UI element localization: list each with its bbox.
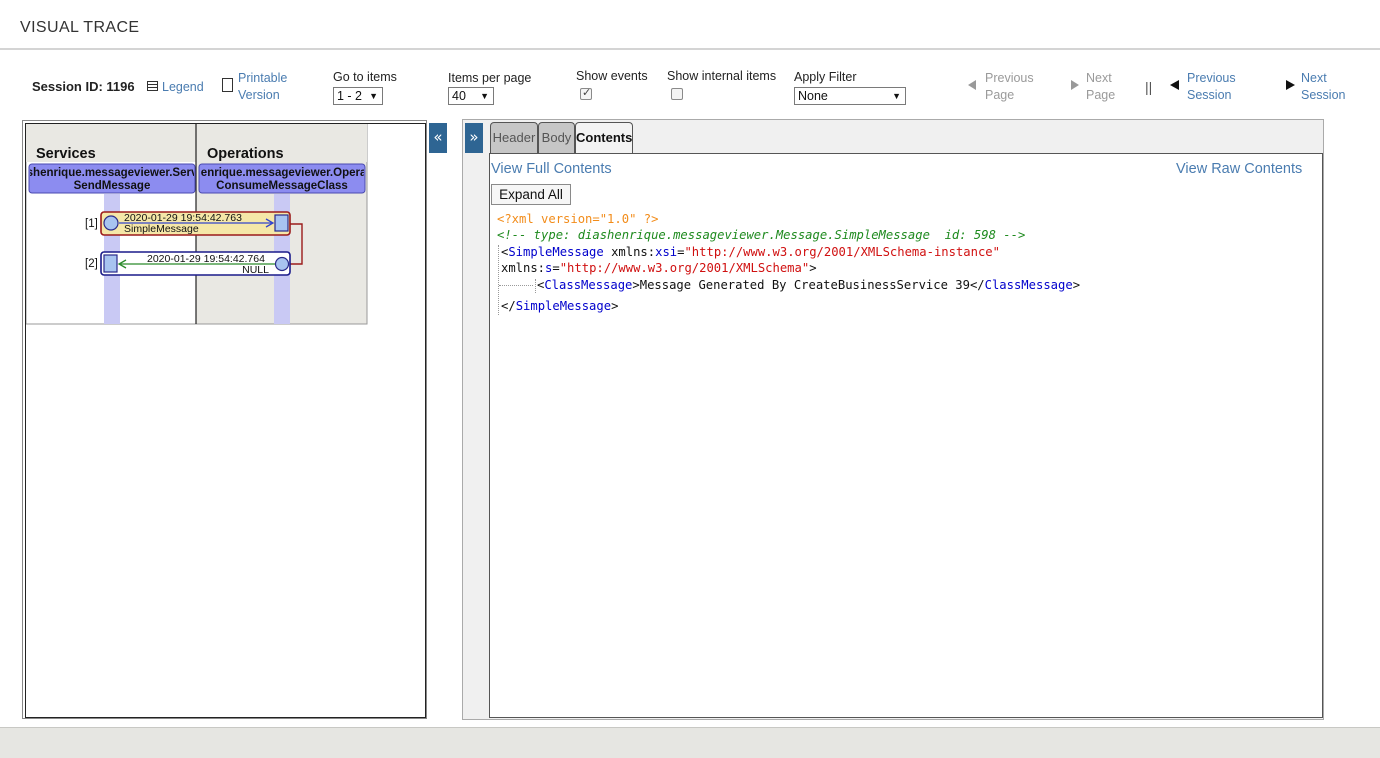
tab-contents[interactable]: Contents xyxy=(575,122,633,154)
xml-attr1-value: "http://www.w3.org/2001/XMLSchema-instan… xyxy=(684,245,1000,259)
dropdown-arrow-icon: ▼ xyxy=(369,91,378,101)
xml-child-line: <ClassMessage>Message Generated By Creat… xyxy=(537,278,1081,292)
previous-page-line1: Previous xyxy=(985,71,1034,85)
xml-root-close-line: </SimpleMessage> xyxy=(501,299,619,313)
message-index: [2] xyxy=(85,258,98,270)
triangle-right-icon xyxy=(1071,80,1079,90)
page-header: VISUAL TRACE xyxy=(0,0,1380,50)
printable-line2: Version xyxy=(238,88,280,102)
triangle-left-icon xyxy=(968,80,976,90)
legend-label: Legend xyxy=(162,80,204,94)
page-title: VISUAL TRACE xyxy=(20,19,140,36)
previous-page-line2: Page xyxy=(985,88,1015,102)
collapse-left-button[interactable]: « xyxy=(429,123,447,153)
message-label: SimpleMessage xyxy=(124,223,199,235)
diagram-panel: Services Operations ishenrique.messagevi… xyxy=(22,120,427,719)
triangle-left-icon xyxy=(1170,80,1179,90)
per-page-value: 40 xyxy=(452,89,466,103)
session-id-label: Session ID: 1196 xyxy=(32,79,135,94)
xml-child-text: Message Generated By CreateBusinessServi… xyxy=(639,278,970,292)
expand-all-button[interactable]: Expand All xyxy=(491,184,571,205)
footer-bar xyxy=(0,727,1380,758)
xml-root-open-line: <SimpleMessage xmlns:xsi="http://www.w3.… xyxy=(501,245,1000,259)
page-icon xyxy=(222,78,233,92)
next-page-line2: Page xyxy=(1086,88,1116,102)
xml-root-tag: SimpleMessage xyxy=(508,245,604,259)
show-internal-label: Show internal items xyxy=(667,69,777,83)
filter-value: None xyxy=(798,89,828,103)
previous-session-line2: Session xyxy=(1187,88,1232,102)
xml-guide-line xyxy=(499,285,533,286)
xml-declaration: <?xml version="1.0" ?> xyxy=(497,212,659,226)
show-internal-checkbox[interactable] xyxy=(671,88,683,100)
tab-header[interactable]: Header xyxy=(490,122,538,153)
message-row-2[interactable]: [2] 2020-01-29 19:54:42.764 NULL xyxy=(85,251,291,276)
legend-icon xyxy=(147,81,158,91)
services-header: Services xyxy=(36,146,96,162)
goto-label: Go to items xyxy=(333,70,397,84)
operations-host-name: ıenrique.messageviewer.Opera xyxy=(198,167,367,179)
operations-host-box[interactable]: ıenrique.messageviewer.Opera ConsumeMess… xyxy=(198,163,367,194)
filter-select[interactable]: None ▼ xyxy=(794,87,906,105)
xml-child-tag-close: ClassMessage xyxy=(984,278,1073,292)
dropdown-arrow-icon: ▼ xyxy=(892,91,901,101)
per-page-select[interactable]: 40 ▼ xyxy=(448,87,494,105)
printable-line1: Printable xyxy=(238,71,288,85)
triangle-right-icon xyxy=(1286,80,1295,90)
tab-body[interactable]: Body xyxy=(538,122,575,153)
next-session-line2: Session xyxy=(1301,88,1346,102)
sequence-diagram: Services Operations ishenrique.messagevi… xyxy=(26,124,368,325)
next-session-line1: Next xyxy=(1301,71,1327,85)
expand-right-button[interactable]: » xyxy=(465,123,483,153)
xml-root-attr-line: xmlns:s="http://www.w3.org/2001/XMLSchem… xyxy=(501,261,817,275)
view-full-contents-link[interactable]: View Full Contents xyxy=(491,161,612,177)
message-end-square xyxy=(274,214,289,232)
services-host-name: ishenrique.messageviewer.Servi xyxy=(26,167,201,179)
xml-attr1-prefix: xmlns: xyxy=(611,245,656,259)
toolbar-separator: || xyxy=(1145,79,1153,95)
per-page-label: Items per page xyxy=(448,71,532,85)
services-host-item: SendMessage xyxy=(74,180,151,192)
diagram-frame: Services Operations ishenrique.messagevi… xyxy=(25,123,426,718)
previous-session-line1: Previous xyxy=(1187,71,1236,85)
show-events-label: Show events xyxy=(576,69,648,83)
xml-guide-line xyxy=(498,245,499,315)
goto-select[interactable]: 1 - 2 ▼ xyxy=(333,87,383,105)
show-events-checkbox[interactable] xyxy=(580,86,592,100)
toolbar: Session ID: 1196 Legend Printable Versio… xyxy=(0,52,1380,114)
filter-label: Apply Filter xyxy=(794,70,857,84)
xml-child-tag-open: ClassMessage xyxy=(544,278,633,292)
message-start-circle xyxy=(103,215,119,231)
next-page-line1: Next xyxy=(1086,71,1112,85)
view-raw-contents-link[interactable]: View Raw Contents xyxy=(1176,161,1302,177)
message-row-1[interactable]: [1] 2020-01-29 19:54:42.763 SimpleMessag… xyxy=(85,211,291,236)
message-end-square xyxy=(103,254,118,273)
xml-guide-line xyxy=(535,279,536,293)
operations-host-item: ConsumeMessageClass xyxy=(216,180,348,192)
message-label: NULL xyxy=(242,264,269,276)
xml-root-tag-close: SimpleMessage xyxy=(515,299,612,313)
operations-header: Operations xyxy=(207,146,284,162)
xml-attr2-prefix: xmlns: xyxy=(501,261,546,275)
xml-attr2-value: "http://www.w3.org/2001/XMLSchema" xyxy=(559,261,810,275)
goto-value: 1 - 2 xyxy=(337,89,363,103)
legend-link[interactable]: Legend xyxy=(147,79,204,96)
xml-attr1-ns: xsi xyxy=(655,245,678,259)
dropdown-arrow-icon: ▼ xyxy=(480,91,489,101)
message-start-circle xyxy=(274,256,290,272)
services-host-box[interactable]: ishenrique.messageviewer.Servi SendMessa… xyxy=(26,163,201,194)
xml-comment: <!-- type: diashenrique.messageviewer.Me… xyxy=(497,228,1026,242)
message-index: [1] xyxy=(85,218,98,230)
